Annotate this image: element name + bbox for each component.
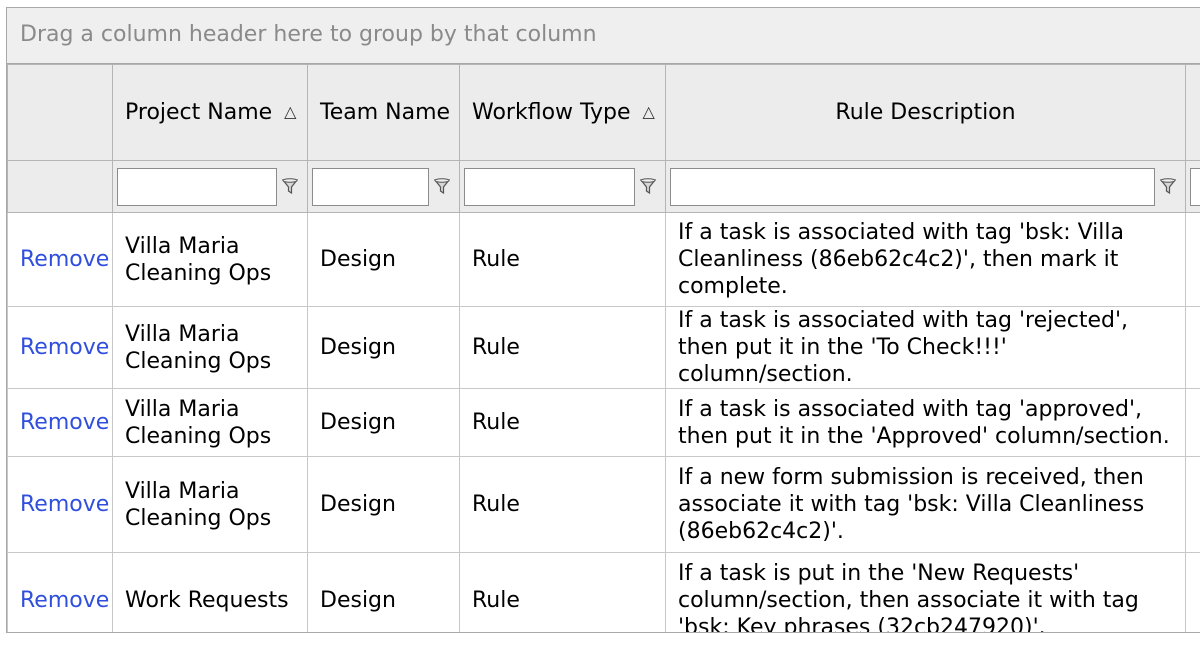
action-cell: Remove [7,306,113,389]
team-name-cell: Design [307,456,460,553]
column-header-label: Project Name [125,100,273,125]
remove-link[interactable]: Remove [20,335,109,360]
filter-input-team-name[interactable] [312,167,429,206]
filter-cell-team-name [307,160,460,213]
filter-cell-workflow-type [459,160,666,213]
remove-link[interactable]: Remove [20,492,109,517]
filter-cell-rule-description [665,160,1186,213]
table-row: Remove Villa Maria Cleaning Ops Design R… [7,212,1200,307]
column-header-extra[interactable] [1185,64,1200,161]
header-row: Project Name △ Team Name Workflow Type △ R… [7,64,1200,161]
filter-cell-action [7,160,113,213]
column-header-workflow-type[interactable]: Workflow Type △ [459,64,666,161]
group-by-hint: Drag a column header here to group by th… [20,22,597,47]
action-cell: Remove [7,388,113,457]
team-name-cell: Design [307,552,460,632]
team-name-cell: Design [307,388,460,457]
rule-description-cell: If a task is associated with tag 'approv… [665,388,1186,457]
team-name-cell: Design [307,212,460,307]
column-header-label: Team Name [320,100,451,125]
extra-cell [1185,552,1200,632]
action-cell: Remove [7,456,113,553]
filter-cell-project-name [112,160,308,213]
extra-cell [1185,456,1200,553]
column-header-rule-description[interactable]: Rule Description [665,64,1186,161]
filter-input-extra[interactable] [1190,167,1200,206]
column-header-action [7,64,113,161]
rule-description-cell: If a task is associated with tag 'bsk: V… [665,212,1186,307]
project-name-cell: Villa Maria Cleaning Ops [112,212,308,307]
action-cell: Remove [7,212,113,307]
rules-table: Project Name △ Team Name Workflow Type △ R… [7,64,1200,632]
action-cell: Remove [7,552,113,632]
column-header-project-name[interactable]: Project Name △ [112,64,308,161]
workflow-type-cell: Rule [459,212,666,307]
filter-input-project-name[interactable] [117,167,277,206]
column-header-team-name[interactable]: Team Name [307,64,460,161]
project-name-cell: Work Requests [112,552,308,632]
group-by-panel[interactable]: Drag a column header here to group by th… [7,8,1200,64]
filter-funnel-icon[interactable] [635,172,661,202]
table-row: Remove Villa Maria Cleaning Ops Design R… [7,388,1200,457]
table-row: Remove Villa Maria Cleaning Ops Design R… [7,306,1200,389]
remove-link[interactable]: Remove [20,247,109,272]
rules-grid: Drag a column header here to group by th… [6,7,1200,633]
filter-input-rule-description[interactable] [670,167,1155,206]
project-name-cell: Villa Maria Cleaning Ops [112,306,308,389]
filter-funnel-icon[interactable] [277,172,303,202]
project-name-cell: Villa Maria Cleaning Ops [112,388,308,457]
table-row: Remove Villa Maria Cleaning Ops Design R… [7,456,1200,553]
table-row: Remove Work Requests Design Rule If a ta… [7,552,1200,632]
filter-row [7,160,1200,213]
column-header-label: Workflow Type [472,100,631,125]
sort-ascending-icon[interactable]: △ [643,102,655,121]
extra-cell [1185,212,1200,307]
workflow-type-cell: Rule [459,456,666,553]
column-header-label: Rule Description [835,100,1016,125]
filter-funnel-icon[interactable] [429,172,455,202]
workflow-type-cell: Rule [459,306,666,389]
remove-link[interactable]: Remove [20,588,109,613]
filter-input-workflow-type[interactable] [464,167,635,206]
rule-description-cell: If a task is associated with tag 'reject… [665,306,1186,389]
remove-link[interactable]: Remove [20,410,109,435]
sort-ascending-icon[interactable]: △ [284,102,296,121]
team-name-cell: Design [307,306,460,389]
extra-cell [1185,306,1200,389]
extra-cell [1185,388,1200,457]
filter-cell-extra [1185,160,1200,213]
filter-funnel-icon[interactable] [1155,172,1181,202]
workflow-type-cell: Rule [459,388,666,457]
rule-description-cell: If a new form submission is received, th… [665,456,1186,553]
project-name-cell: Villa Maria Cleaning Ops [112,456,308,553]
workflow-type-cell: Rule [459,552,666,632]
rule-description-cell: If a task is put in the 'New Requests' c… [665,552,1186,632]
